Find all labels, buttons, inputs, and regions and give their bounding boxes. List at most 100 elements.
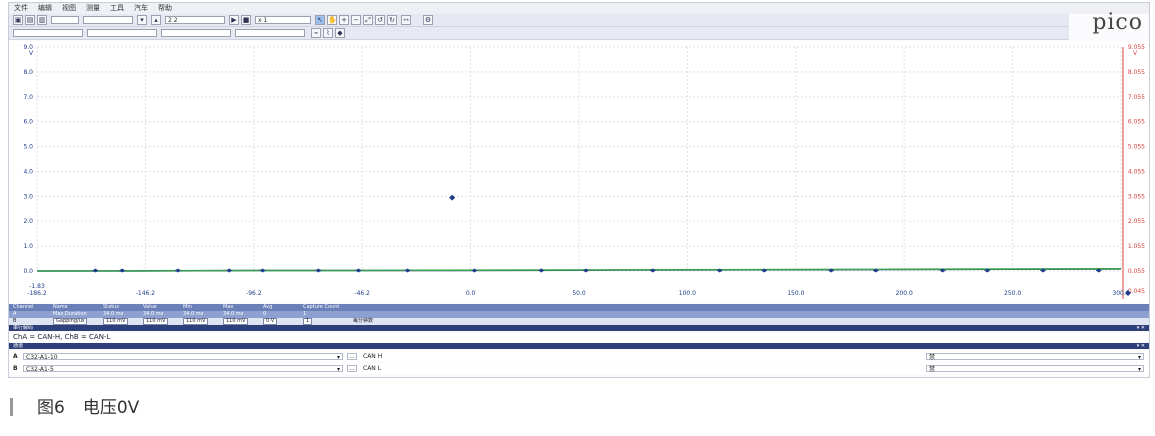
measurement-cell: Max — [223, 304, 234, 310]
ruler-icon[interactable]: ⇿ — [401, 15, 411, 25]
cable-value: C32-A1-5 — [26, 366, 54, 373]
mode-select[interactable]: 禁 ▾ — [926, 353, 1144, 361]
y-left-tick-label: 6.0 — [23, 119, 33, 126]
y-right-tick-label: 7.055 — [1128, 94, 1145, 101]
trigger-icon[interactable]: ⌁ — [311, 28, 321, 38]
save-icon[interactable]: ▤ — [25, 15, 35, 25]
x-tick-label: -46.2 — [354, 290, 370, 297]
close-icon[interactable]: ▾ ✕ — [1137, 343, 1145, 349]
up-arrow-icon[interactable]: ▴ — [151, 15, 161, 25]
chevron-down-icon: ▾ — [336, 366, 340, 373]
x-tick-label: -1.83 — [29, 283, 45, 290]
pico-logo: pico — [1092, 10, 1143, 35]
caption-mark — [10, 398, 13, 416]
measurement-cell: 0 V — [263, 318, 278, 325]
measurement-cell: 110 mV — [143, 318, 169, 325]
menu-item-4[interactable]: 工具 — [105, 3, 129, 14]
menu-item-2[interactable]: 视图 — [57, 3, 81, 14]
measurement-cell: 1 — [303, 311, 307, 317]
pico-scope-window: 文件 编辑 视图 测量 工具 汽车 帮助 ▣ ▤ ▥ ▾ ▴ 2 2 ▶ ■ x 1 ↖ ✋… — [8, 2, 1150, 378]
timebase-select[interactable]: 2 2 — [165, 16, 225, 24]
hand-tool-icon[interactable]: ✋ — [327, 15, 337, 25]
menu-item-0[interactable]: 文件 — [9, 3, 33, 14]
menu-item-5[interactable]: 汽车 — [129, 3, 153, 14]
y-left-tick-label: 2.0 — [23, 218, 33, 225]
signal-name: CAN H — [363, 353, 383, 360]
measurement-cell: Status — [103, 304, 119, 310]
channel-letter: A — [13, 353, 18, 360]
y-left-tick-label: 8.0 — [23, 69, 33, 76]
chevron-down-icon: ▾ — [336, 354, 340, 361]
cable-select[interactable]: C32-A1-5 ▾ — [23, 365, 343, 373]
measurement-cell: 110 mV — [183, 318, 209, 325]
channel-a-coupling[interactable] — [87, 29, 157, 37]
x-tick-label: 50.0 — [572, 290, 586, 297]
x-tick-label: 100.0 — [679, 290, 696, 297]
down-arrow-icon[interactable]: ▾ — [137, 15, 147, 25]
decode-summary: ChA = CAN-H, ChB = CAN-L — [9, 333, 1149, 342]
channel-row-b: B C32-A1-5 ▾ … CAN L 禁 ▾ — [9, 363, 1149, 374]
mode-value: 禁 — [929, 366, 936, 373]
close-icon[interactable]: ▾ ✕ — [1137, 325, 1145, 331]
mode-select[interactable]: 禁 ▾ — [926, 365, 1144, 373]
channel-a-range[interactable] — [13, 29, 83, 37]
scope-plot-area[interactable]: 9.0 8.0 7.0 6.0 5.0 4.0 3.0 2.0 1.0 0.0 V 9.055 8.05… — [9, 41, 1149, 303]
measurement-cell: Capture Count — [303, 304, 340, 310]
zoom-fit-icon[interactable]: ⤢ — [363, 15, 373, 25]
measurement-row-b: B Gapping/us 110 mV 110 mV 110 mV 110 mV 0 V 1 每… — [9, 318, 1149, 325]
y-left-tick-label: 3.0 — [23, 193, 33, 200]
caption-text: 电压0V — [82, 398, 140, 418]
waveform-chart[interactable]: 9.08.07.06.05.04.03.02.01.00.0V9.0558.05… — [9, 41, 1149, 303]
y-left-tick-label: 1.0 — [23, 243, 33, 250]
measurement-cell: 1 — [303, 318, 313, 325]
play-icon[interactable]: ▶ — [229, 15, 239, 25]
y-right-tick-label: 6.055 — [1128, 119, 1145, 126]
channel-row-a: A C32-A1-10 ▾ … CAN H 禁 ▾ — [9, 351, 1149, 362]
channel-letter: B — [13, 365, 18, 372]
trigger-edge-icon[interactable]: ⌇ — [323, 28, 333, 38]
mode-value: 禁 — [929, 354, 936, 361]
stop-icon[interactable]: ■ — [241, 15, 251, 25]
channel-b-range[interactable] — [161, 29, 231, 37]
channel-select[interactable] — [51, 16, 79, 24]
print-icon[interactable]: ▥ — [37, 15, 47, 25]
x-tick-label: -96.2 — [246, 290, 262, 297]
link-button[interactable]: … — [347, 353, 357, 360]
y-right-tick-label: 5.055 — [1128, 144, 1145, 151]
menu-item-1[interactable]: 编辑 — [33, 3, 57, 14]
figure-caption: 图6 电压0V — [10, 396, 139, 420]
menu-item-3[interactable]: 测量 — [81, 3, 105, 14]
main-toolbar: ▣ ▤ ▥ ▾ ▴ 2 2 ▶ ■ x 1 ↖ ✋ + − ⤢ ↺ ↻ ⇿ ⚙ — [9, 14, 1069, 27]
measurement-cell: Value — [143, 304, 157, 310]
measurement-cell: 34.0 ms — [183, 311, 204, 317]
cable-select[interactable]: C32-A1-10 ▾ — [23, 353, 343, 361]
x-tick-label: 250.0 — [1004, 290, 1021, 297]
x-tick-label: 150.0 — [787, 290, 804, 297]
cable-value: C32-A1-10 — [26, 354, 58, 361]
zoom-out-icon[interactable]: − — [351, 15, 361, 25]
y-right-tick-label: 4.055 — [1128, 168, 1145, 175]
undo-zoom-icon[interactable]: ↺ — [375, 15, 385, 25]
trigger-level-icon[interactable]: ◆ — [335, 28, 345, 38]
measurement-cell: B — [13, 318, 17, 324]
settings-icon[interactable]: ⚙ — [423, 15, 433, 25]
measurement-cell: 34.0 ms — [223, 311, 244, 317]
x-tick-label: 0.0 — [466, 290, 476, 297]
decode-panel-title: 串行解码 — [13, 325, 34, 331]
measurement-row-a: A Max.Duration 34.0 ms 34.0 ms 34.0 ms 34.0 m… — [9, 311, 1149, 318]
measurement-cell: 0 — [263, 311, 267, 317]
y-left-tick-label: 5.0 — [23, 144, 33, 151]
menu-item-6[interactable]: 帮助 — [153, 3, 177, 14]
channel-b-coupling[interactable] — [235, 29, 305, 37]
open-icon[interactable]: ▣ — [13, 15, 23, 25]
channel-toolbar: ⌁ ⌇ ◆ — [9, 27, 1069, 40]
channel-panel-header: 通道 ▾ ✕ — [9, 343, 1149, 349]
range-select[interactable] — [83, 16, 133, 24]
redo-zoom-icon[interactable]: ↻ — [387, 15, 397, 25]
link-button[interactable]: … — [347, 365, 357, 372]
zoom-in-icon[interactable]: + — [339, 15, 349, 25]
measurement-cell: A — [13, 311, 17, 317]
channel-panel-title: 通道 — [13, 343, 24, 349]
zoom-select[interactable]: x 1 — [255, 16, 311, 24]
pointer-tool-icon[interactable]: ↖ — [315, 15, 325, 25]
